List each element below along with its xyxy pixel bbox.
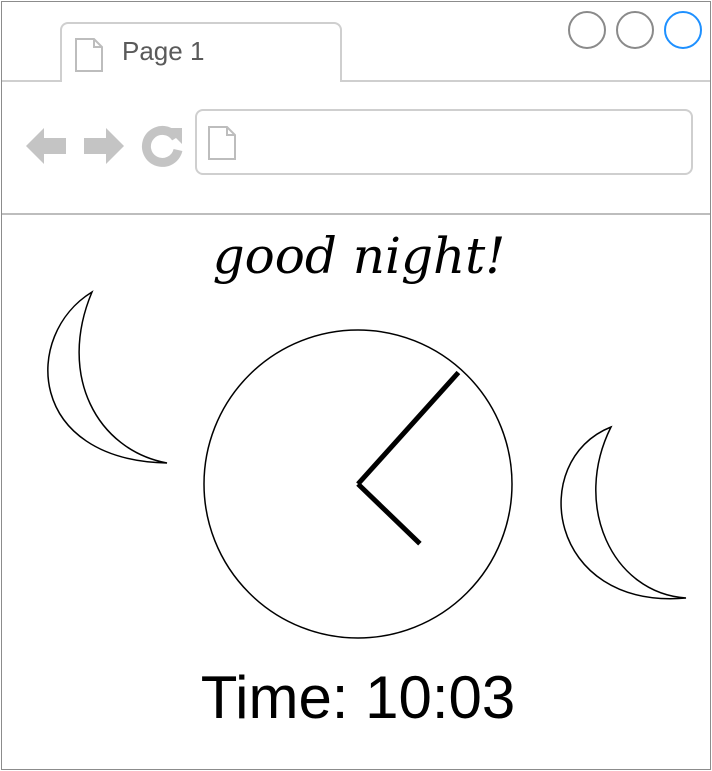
close-button[interactable] bbox=[664, 11, 702, 49]
crescent-moon-icon bbox=[47, 290, 168, 464]
minimize-button[interactable] bbox=[568, 11, 606, 49]
page-content: good night! Time: 10:03 bbox=[2, 215, 710, 769]
arrow-left-icon[interactable] bbox=[24, 124, 68, 168]
browser-toolbar bbox=[2, 82, 710, 215]
maximize-button[interactable] bbox=[616, 11, 654, 49]
greeting-text: good night! bbox=[213, 227, 506, 285]
analog-clock bbox=[203, 329, 513, 639]
document-icon bbox=[75, 38, 103, 72]
reload-icon[interactable] bbox=[140, 124, 184, 168]
tab-bar: Page 1 bbox=[2, 2, 710, 84]
document-icon bbox=[208, 126, 236, 160]
time-label: Time: 10:03 bbox=[200, 664, 516, 731]
browser-window: Page 1 good night! Time: 10:03 bbox=[1, 1, 711, 770]
tab-label: Page 1 bbox=[122, 36, 205, 66]
crescent-moon-icon bbox=[560, 425, 687, 600]
tab-page-1[interactable]: Page 1 bbox=[60, 22, 342, 84]
address-bar[interactable] bbox=[195, 109, 693, 175]
arrow-right-icon[interactable] bbox=[82, 124, 126, 168]
